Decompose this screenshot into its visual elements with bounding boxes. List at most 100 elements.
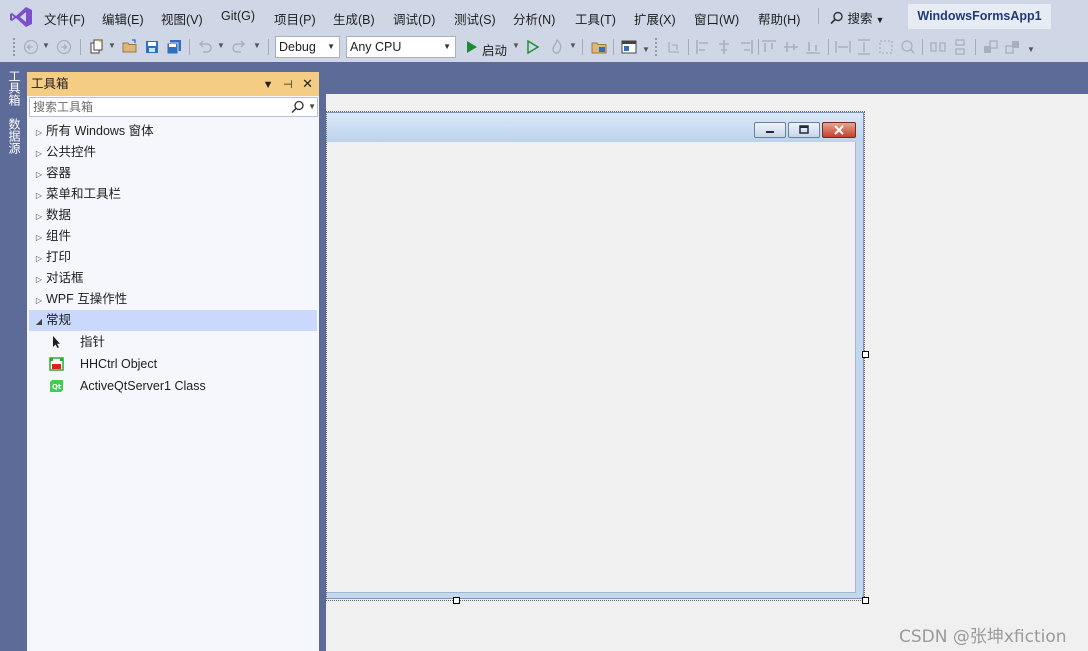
make-same-size-icon[interactable] (877, 38, 895, 56)
expand-arrow-icon[interactable]: ▷ (32, 122, 46, 143)
hot-reload-icon[interactable] (548, 38, 566, 56)
toolbox-category-components[interactable]: ▷ 组件 (29, 226, 317, 247)
toolbar-separator (613, 39, 614, 55)
start-debugging-icon[interactable] (463, 38, 481, 56)
window-position-dropdown-icon[interactable]: ▼ (263, 73, 274, 97)
toolbar-overflow-icon[interactable]: ▼ (642, 45, 650, 54)
save-icon[interactable] (143, 38, 161, 56)
menu-view[interactable]: 视图(V) (161, 9, 203, 28)
expand-arrow-icon[interactable]: ▷ (32, 248, 46, 269)
expand-arrow-icon[interactable]: ▷ (32, 206, 46, 227)
search-options-dropdown-icon[interactable]: ▼ (308, 98, 316, 116)
toolbar-overflow-icon[interactable]: ▼ (1027, 45, 1035, 54)
configuration-select[interactable]: Debug ▼ (275, 36, 340, 58)
navigate-forward-icon[interactable] (55, 38, 73, 56)
toolbar-grip[interactable] (12, 37, 16, 57)
solution-name-badge[interactable]: WindowsFormsApp1 (908, 4, 1051, 29)
size-to-grid-icon[interactable] (899, 38, 917, 56)
toolbox-category-dialogs[interactable]: ▷ 对话框 (29, 268, 317, 289)
category-label: 对话框 (46, 271, 84, 285)
menu-tools[interactable]: 工具(T) (575, 9, 616, 28)
pointer-icon (53, 336, 60, 348)
navigate-back-icon[interactable] (22, 38, 40, 56)
toolbar-separator (268, 39, 269, 55)
menu-window[interactable]: 窗口(W) (694, 9, 739, 28)
save-all-icon[interactable] (165, 38, 183, 56)
bring-to-front-icon[interactable] (982, 38, 1000, 56)
toolbox-item-hhctrl-object[interactable]: HHCtrl Object (29, 353, 317, 375)
expand-arrow-icon[interactable]: ▷ (32, 164, 46, 185)
toolbox-category-common-controls[interactable]: ▷ 公共控件 (29, 142, 317, 163)
rail-tab-data-sources[interactable]: 数据源 (6, 118, 22, 162)
menu-build[interactable]: 生成(B) (333, 9, 375, 28)
make-same-width-icon[interactable] (834, 38, 852, 56)
menu-git[interactable]: Git(G) (221, 9, 255, 23)
undo-icon[interactable] (196, 38, 214, 56)
expand-arrow-icon[interactable]: ▷ (32, 290, 46, 311)
expand-arrow-icon[interactable]: ▷ (32, 269, 46, 290)
platform-select[interactable]: Any CPU ▼ (346, 36, 456, 58)
resize-handle-bottom-right[interactable] (862, 597, 869, 604)
toolbar-grip[interactable] (654, 37, 658, 57)
category-label: 打印 (46, 250, 72, 264)
align-centers-icon[interactable] (715, 38, 733, 56)
search-button[interactable]: 搜索 ▼ (830, 8, 884, 27)
align-to-grid-icon[interactable] (665, 38, 683, 56)
menu-debug[interactable]: 调试(D) (393, 9, 435, 28)
make-same-height-icon[interactable] (855, 38, 873, 56)
align-bottoms-icon[interactable] (804, 38, 822, 56)
vertical-spacing-icon[interactable] (951, 38, 969, 56)
menu-test[interactable]: 测试(S) (454, 9, 496, 28)
open-folder-icon[interactable] (121, 38, 139, 56)
resize-handle-bottom[interactable] (453, 597, 460, 604)
toolbox-splitter[interactable] (319, 72, 326, 651)
toolbox-category-data[interactable]: ▷ 数据 (29, 205, 317, 226)
menu-help[interactable]: 帮助(H) (758, 9, 800, 28)
toolbox-category-all-windows-forms[interactable]: ▷ 所有 Windows 窗体 (29, 121, 317, 142)
toolbox-item-pointer[interactable]: 指针 (29, 331, 317, 353)
chevron-down-icon[interactable]: ▼ (253, 41, 261, 50)
toolbox-category-containers[interactable]: ▷ 容器 (29, 163, 317, 184)
toolbox-category-general[interactable]: ◢ 常规 (29, 310, 317, 331)
resize-handle-right[interactable] (862, 351, 869, 358)
toolbox-category-menus-toolbars[interactable]: ▷ 菜单和工具栏 (29, 184, 317, 205)
align-lefts-icon[interactable] (694, 38, 712, 56)
toolbox-category-wpf-interop[interactable]: ▷ WPF 互操作性 (29, 289, 317, 310)
chevron-down-icon[interactable]: ▼ (512, 41, 520, 50)
expand-arrow-icon[interactable]: ▷ (32, 185, 46, 206)
collapse-arrow-icon[interactable]: ◢ (32, 311, 46, 332)
menu-file[interactable]: 文件(F) (44, 9, 85, 28)
new-project-icon[interactable] (88, 38, 106, 56)
pin-icon[interactable]: ⊣ (283, 73, 293, 97)
visual-studio-logo-icon[interactable] (9, 6, 33, 28)
horizontal-spacing-icon[interactable] (929, 38, 947, 56)
tool-label: 指针 (80, 335, 106, 349)
send-to-back-icon[interactable] (1004, 38, 1022, 56)
align-tops-icon[interactable] (760, 38, 778, 56)
chevron-down-icon[interactable]: ▼ (217, 41, 225, 50)
toolbox-search-input[interactable]: 搜索工具箱 ▼ (29, 97, 318, 117)
align-rights-icon[interactable] (737, 38, 755, 56)
redo-icon[interactable] (230, 38, 248, 56)
expand-arrow-icon[interactable]: ▷ (32, 143, 46, 164)
expand-arrow-icon[interactable]: ▷ (32, 227, 46, 248)
chevron-down-icon[interactable]: ▼ (108, 41, 116, 50)
solution-explorer-folder-icon[interactable] (590, 38, 608, 56)
menu-project[interactable]: 项目(P) (274, 9, 316, 28)
rail-tab-toolbox[interactable]: 工具箱 (6, 70, 22, 114)
close-icon[interactable]: ✕ (302, 72, 313, 96)
toolbox-search-placeholder: 搜索工具箱 (33, 100, 94, 114)
chevron-down-icon[interactable]: ▼ (569, 41, 577, 50)
start-button[interactable]: 启动 (482, 40, 507, 59)
chevron-down-icon[interactable]: ▼ (42, 41, 50, 50)
menu-analyze[interactable]: 分析(N) (513, 9, 555, 28)
layout-icon[interactable] (620, 38, 638, 56)
tool-label: ActiveQtServer1 Class (80, 379, 206, 393)
align-middles-icon[interactable] (782, 38, 800, 56)
start-without-debugging-icon[interactable] (524, 38, 542, 56)
menu-extensions[interactable]: 扩展(X) (634, 9, 676, 28)
menu-edit[interactable]: 编辑(E) (102, 9, 144, 28)
toolbox-item-activeqtserver1-class[interactable]: Qt ActiveQtServer1 Class (29, 375, 317, 397)
toolbox-title-bar[interactable]: 工具箱 ▼ ⊣ ✕ (27, 72, 319, 96)
toolbox-category-printing[interactable]: ▷ 打印 (29, 247, 317, 268)
